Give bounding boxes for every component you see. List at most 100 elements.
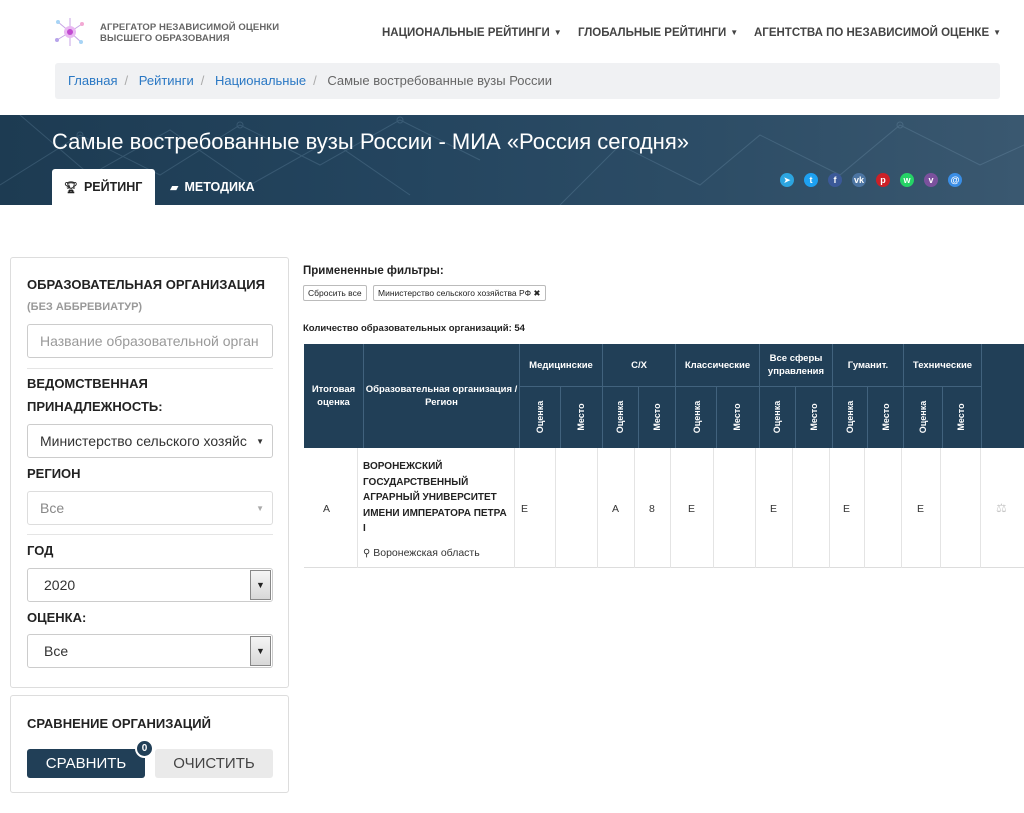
- col-tech-grade[interactable]: Оценка: [918, 397, 928, 437]
- chevron-down-icon: ▼: [993, 28, 1002, 37]
- breadcrumb: Главная / Рейтинги / Национальные / Самые в…: [55, 63, 1000, 99]
- compare-count-badge: 0: [135, 739, 154, 758]
- trophy-icon: 🏆︎: [64, 182, 78, 194]
- logo-line-2: ВЫСШЕГО ОБРАЗОВАНИЯ: [100, 33, 230, 44]
- col-mgmt-grade[interactable]: Оценка: [772, 397, 782, 437]
- org-region: ⚲ Воронежская область: [363, 547, 480, 559]
- dropdown-arrow-icon: ▼: [250, 570, 271, 600]
- divider: [901, 448, 902, 568]
- whatsapp-icon[interactable]: w: [900, 173, 914, 187]
- divider: [867, 386, 868, 448]
- dept-select[interactable]: Министерство сельского хозяйс ▼: [27, 424, 273, 458]
- col-med-grade[interactable]: Оценка: [535, 397, 545, 437]
- col-agr-place[interactable]: Место: [652, 397, 662, 437]
- org-region-label: Воронежская область: [373, 547, 480, 559]
- divider: [634, 448, 635, 568]
- tab-methodology[interactable]: ▰ МЕТОДИКА: [158, 169, 267, 205]
- col-cls-place[interactable]: Место: [732, 397, 742, 437]
- year-select[interactable]: 2020 ▼: [27, 568, 273, 602]
- compare-button[interactable]: СРАВНИТЬ: [27, 749, 145, 778]
- twitter-icon[interactable]: t: [804, 173, 818, 187]
- breadcrumb-national[interactable]: Национальные: [215, 73, 306, 88]
- logo-text: АГРЕГАТОР НЕЗАВИСИМОЙ ОЦЕНКИ ВЫСШЕГО ОБР…: [100, 22, 279, 44]
- close-icon[interactable]: ✖: [533, 288, 540, 298]
- divider: [864, 448, 865, 568]
- pinterest-icon[interactable]: p: [876, 173, 890, 187]
- col-group-humanities[interactable]: Гуманит.: [833, 344, 903, 386]
- divider: [357, 448, 358, 568]
- top-header: АГРЕГАТОР НЕЗАВИСИМОЙ ОЦЕНКИ ВЫСШЕГО ОБР…: [0, 0, 1024, 62]
- col-group-agricultural[interactable]: С/Х: [603, 344, 675, 386]
- divider: [940, 448, 941, 568]
- divider: [638, 386, 639, 448]
- nav-label: АГЕНТСТВА ПО НЕЗАВИСИМОЙ ОЦЕНКЕ: [754, 27, 990, 39]
- divider: [716, 386, 717, 448]
- compare-scale-icon[interactable]: ⚖: [996, 501, 1007, 515]
- cell-agr-grade: A: [612, 503, 620, 515]
- col-hum-place[interactable]: Место: [881, 397, 891, 437]
- grade-select[interactable]: Все ▼: [27, 634, 273, 668]
- logo-icon[interactable]: [54, 16, 86, 48]
- breadcrumb-current: Самые востребованные вузы России: [327, 73, 553, 88]
- col-cls-grade[interactable]: Оценка: [692, 397, 702, 437]
- chevron-down-icon: ▼: [553, 28, 562, 37]
- applied-filters-title: Примененные фильтры:: [303, 265, 444, 277]
- col-tech-place[interactable]: Место: [956, 397, 966, 437]
- col-hum-grade[interactable]: Оценка: [845, 397, 855, 437]
- breadcrumb-home[interactable]: Главная: [68, 73, 117, 88]
- map-pin-icon: ⚲: [363, 548, 371, 559]
- breadcrumb-separator: /: [124, 73, 129, 88]
- page-title: Самые востребованные вузы России - МИА «…: [52, 129, 689, 154]
- col-mgmt-place[interactable]: Место: [809, 397, 819, 437]
- org-name-link[interactable]: ВОРОНЕЖСКИЙ ГОСУДАРСТВЕННЫЙ АГРАРНЫЙ УНИ…: [363, 459, 508, 537]
- email-icon[interactable]: @: [948, 173, 962, 187]
- divider: [519, 386, 981, 387]
- nav-agencies[interactable]: АГЕНТСТВА ПО НЕЗАВИСИМОЙ ОЦЕНКЕ ▼: [754, 27, 1001, 39]
- nav-label: ГЛОБАЛЬНЫЕ РЕЙТИНГИ: [578, 27, 727, 39]
- breadcrumb-ratings[interactable]: Рейтинги: [139, 73, 194, 88]
- book-icon: ▰: [170, 182, 179, 194]
- divider: [755, 448, 756, 568]
- region-label: РЕГИОН: [27, 466, 81, 481]
- divider: [597, 448, 598, 568]
- cell-med-grade: E: [521, 503, 529, 515]
- divider: [27, 368, 273, 369]
- divider: [713, 448, 714, 568]
- share-bar: ➤ t f vk p w v @: [780, 173, 962, 187]
- cell-agr-place: 8: [649, 503, 655, 515]
- nav-global-ratings[interactable]: ГЛОБАЛЬНЫЕ РЕЙТИНГИ ▼: [578, 27, 738, 39]
- caret-down-icon: ▼: [256, 504, 264, 513]
- tab-rating[interactable]: 🏆︎ РЕЙТИНГ: [52, 169, 155, 205]
- org-sublabel: (БЕЗ АББРЕВИАТУР): [27, 301, 143, 313]
- tab-label: МЕТОДИКА: [184, 180, 255, 194]
- region-select[interactable]: Все ▼: [27, 491, 273, 525]
- cell-cls-grade: E: [688, 503, 696, 515]
- nav-national-ratings[interactable]: НАЦИОНАЛЬНЫЕ РЕЙТИНГИ ▼: [382, 27, 562, 39]
- filter-chip[interactable]: Министерство сельского хозяйства РФ ✖: [373, 285, 546, 301]
- col-agr-grade[interactable]: Оценка: [615, 397, 625, 437]
- col-total-grade[interactable]: Итоговая оценка: [304, 344, 363, 448]
- viber-icon[interactable]: v: [924, 173, 938, 187]
- divider: [792, 448, 793, 568]
- vk-icon[interactable]: vk: [852, 173, 866, 187]
- col-group-medical[interactable]: Медицинские: [520, 344, 602, 386]
- col-group-classical[interactable]: Классические: [676, 344, 759, 386]
- year-select-value: 2020: [44, 577, 76, 593]
- divider: [555, 448, 556, 568]
- divider: [560, 386, 561, 448]
- clear-button[interactable]: ОЧИСТИТЬ: [155, 749, 273, 778]
- col-med-place[interactable]: Место: [576, 397, 586, 437]
- filter-chip-label: Министерство сельского хозяйства РФ: [378, 288, 532, 298]
- col-group-management[interactable]: Все сферы управления: [760, 344, 832, 386]
- divider: [942, 386, 943, 448]
- reset-filters-button[interactable]: Сбросить все: [303, 285, 367, 301]
- cell-hum-grade: E: [843, 503, 851, 515]
- telegram-icon[interactable]: ➤: [780, 173, 794, 187]
- dropdown-arrow-icon: ▼: [250, 636, 271, 666]
- col-organization[interactable]: Образовательная организация / Регион: [364, 344, 519, 448]
- grade-label: ОЦЕНКА:: [27, 610, 87, 625]
- cell-tech-grade: E: [917, 503, 925, 515]
- facebook-icon[interactable]: f: [828, 173, 842, 187]
- org-search-input[interactable]: Название образовательной орган: [27, 324, 273, 358]
- col-group-technical[interactable]: Технические: [904, 344, 981, 386]
